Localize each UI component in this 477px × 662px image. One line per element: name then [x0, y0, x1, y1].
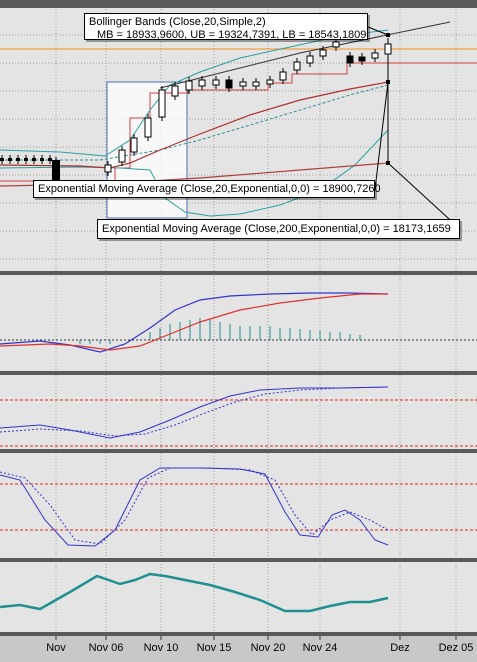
x-tick-label-0: Nov — [46, 642, 66, 654]
candle-body-5 — [171, 85, 179, 97]
candle-body-13 — [279, 71, 287, 81]
ema200-callout[interactable]: Exponential Moving Average (Close,200,Ex… — [97, 219, 460, 239]
candle-body-2 — [130, 137, 138, 153]
bollinger-bands-callout[interactable]: Bollinger Bands (Close,20,Simple,2) MB =… — [84, 13, 368, 41]
candle-body-21 — [384, 43, 392, 55]
candle-body-16 — [319, 49, 327, 57]
panel-divider-2 — [0, 371, 477, 375]
ema20-label: Exponential Moving Average (Close,20,Exp… — [38, 183, 381, 195]
panel-divider-1 — [0, 271, 477, 275]
x-tick-label-3: Nov 15 — [197, 642, 232, 654]
candle-body-8 — [212, 79, 220, 86]
x-tick-label-4: Nov 20 — [251, 642, 286, 654]
candle-body-7 — [198, 79, 206, 87]
x-axis: Nov Nov 06 Nov 10 Nov 15 Nov 20 Nov 24 Dez Dez … — [0, 636, 477, 662]
leader-marker-0 — [386, 33, 390, 37]
candle-body-12 — [266, 79, 274, 85]
ema200-label: Exponential Moving Average (Close,200,Ex… — [102, 223, 451, 235]
x-tick-label-1: Nov 06 — [89, 642, 124, 654]
candle-body-15 — [306, 55, 314, 64]
candle-body-early-4 — [32, 158, 36, 161]
x-tick-label-6: Dez — [390, 642, 410, 654]
leader-marker-2 — [386, 161, 390, 165]
candle-body-18 — [346, 55, 354, 64]
x-tick-label-7: Dez 05 — [439, 642, 474, 654]
bollinger-title: Bollinger Bands (Close,20,Simple,2) — [89, 16, 266, 28]
candle-body-early-1 — [8, 158, 12, 161]
candle-body-0 — [104, 164, 112, 173]
candle-body-early-0 — [0, 158, 4, 161]
candle-body-19 — [358, 56, 366, 62]
candle-body-11 — [252, 81, 260, 87]
leader-marker-1 — [386, 80, 390, 84]
chart-window: Nov Nov 06 Nov 10 Nov 15 Nov 20 Nov 24 Dez Dez … — [0, 0, 477, 662]
panel-divider-0 — [0, 0, 477, 8]
x-tick-label-5: Nov 24 — [303, 642, 338, 654]
candle-body-3 — [144, 117, 152, 138]
candle-body-4 — [158, 89, 166, 118]
candle-body-1 — [118, 149, 126, 163]
candle-body-6 — [185, 80, 193, 91]
bollinger-values: MB = 18933,9600, UB = 19324,7391, LB = 1… — [97, 29, 367, 41]
candle-body-9 — [225, 79, 233, 89]
ema20-callout[interactable]: Exponential Moving Average (Close,20,Exp… — [33, 180, 381, 198]
candle-body-early-2 — [16, 158, 20, 161]
panel-divider-3 — [0, 449, 477, 453]
candle-body-14 — [293, 61, 301, 71]
candle-body-10 — [239, 81, 247, 87]
x-tick-label-2: Nov 10 — [144, 642, 179, 654]
chart-background — [0, 0, 477, 662]
candle-body-17 — [332, 41, 340, 48]
panel-divider-4 — [0, 558, 477, 562]
candle-body-early-3 — [24, 158, 28, 161]
candle-body-20 — [371, 52, 379, 59]
candle-body-early-6 — [48, 158, 52, 161]
candle-body-early-5 — [40, 158, 44, 161]
panel-divider-5 — [0, 632, 477, 636]
stock-chart: Nov Nov 06 Nov 10 Nov 15 Nov 20 Nov 24 Dez Dez … — [0, 0, 477, 662]
